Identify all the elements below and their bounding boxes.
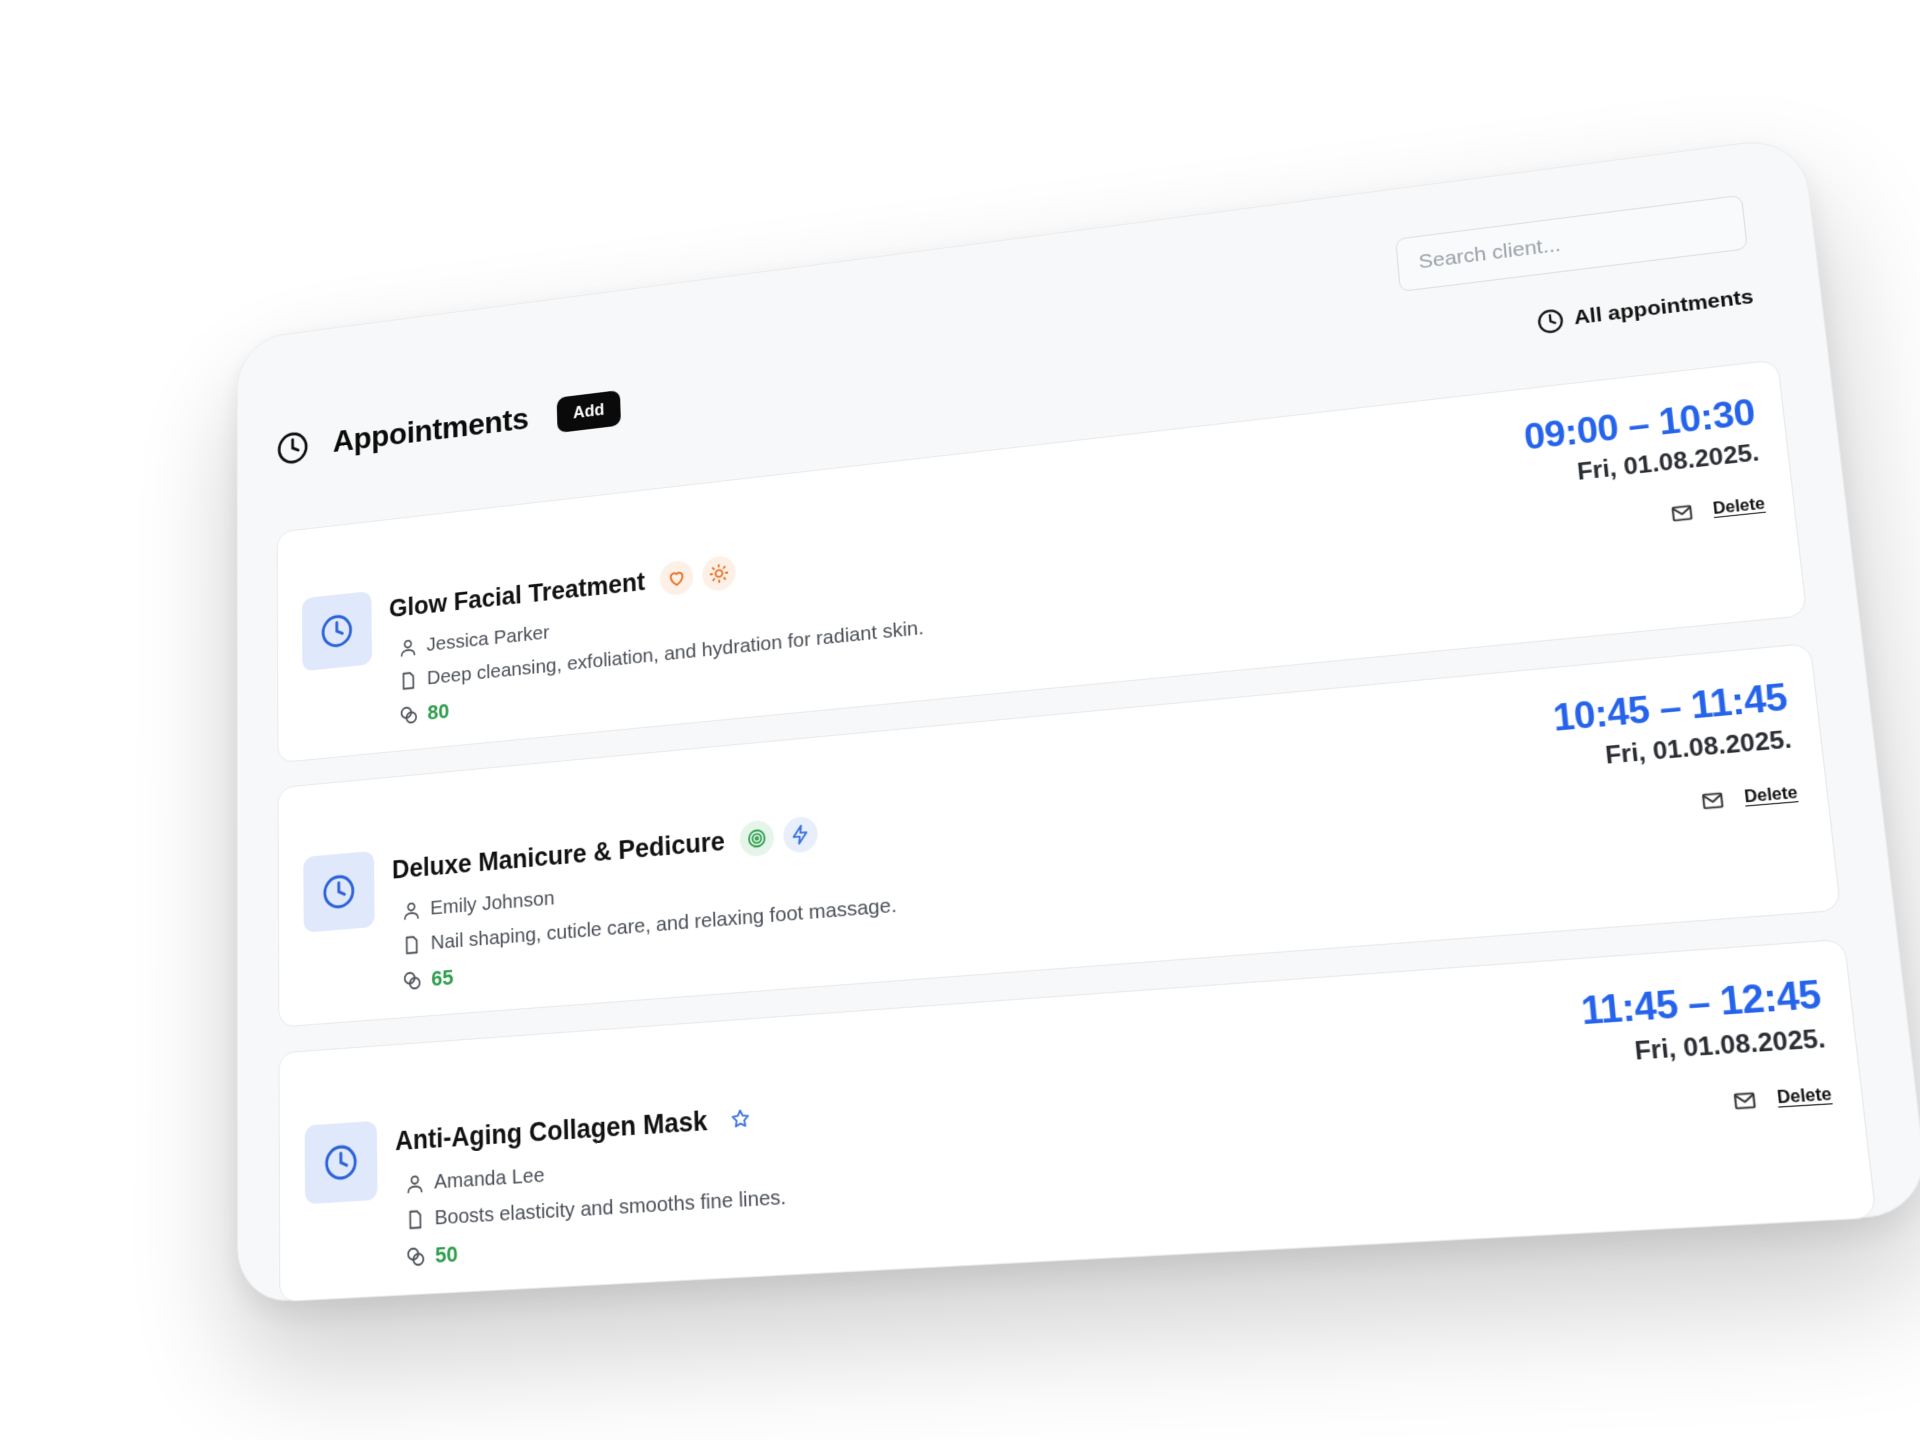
mail-icon[interactable] [1699, 788, 1726, 813]
appointment-actions: Delete [1669, 493, 1766, 525]
page-title: Appointments [332, 401, 530, 460]
stage: Appointments Add All appointments Glow F [0, 0, 1920, 1440]
mail-icon[interactable] [1669, 501, 1695, 526]
client-name: Amanda Lee [433, 1163, 545, 1194]
search-input[interactable] [1395, 194, 1748, 293]
appointment-title: Anti-Aging Collagen Mask [394, 1105, 708, 1156]
appointment-thumb [304, 1120, 378, 1205]
file-icon [399, 670, 419, 692]
clock-icon [1535, 307, 1564, 335]
title-row: Anti-Aging Collagen Mask [395, 1098, 784, 1159]
appointment-body: Deluxe Manicure & Pedicure Emily Johnson… [391, 760, 899, 995]
clock-icon [276, 429, 309, 467]
appointment-thumb [303, 850, 375, 933]
all-appointments-label: All appointments [1572, 285, 1755, 330]
coins-icon [399, 704, 419, 726]
client-name: Jessica Parker [426, 621, 550, 656]
appointment-body: Glow Facial Treatment Jessica Parker Dee… [388, 488, 926, 730]
file-icon [405, 1208, 425, 1231]
points-value: 80 [427, 698, 450, 725]
user-icon [405, 1172, 425, 1195]
delete-button[interactable]: Delete [1776, 1086, 1833, 1109]
points-value: 65 [431, 964, 454, 991]
coins-icon [406, 1245, 427, 1268]
appointment-time: 11:45 – 12:45 [1579, 972, 1823, 1033]
coins-icon [402, 969, 422, 992]
appointment-schedule: 11:45 – 12:45 Fri, 01.08.2025. Delete [1579, 972, 1833, 1122]
clock-icon [320, 612, 353, 650]
appointment-thumb [301, 590, 373, 672]
sun-icon [701, 554, 736, 593]
all-appointments-link[interactable]: All appointments [1535, 284, 1755, 335]
appointment-actions: Delete [1699, 782, 1799, 813]
appointment-description: Boosts elasticity and smooths fine lines… [434, 1185, 787, 1230]
client-name: Emily Johnson [430, 886, 555, 920]
star-icon [722, 1100, 758, 1139]
user-icon [398, 636, 418, 658]
mail-icon[interactable] [1731, 1088, 1758, 1114]
points-value: 50 [434, 1241, 458, 1268]
target-icon [739, 819, 775, 858]
points-row: 50 [406, 1223, 789, 1271]
appointment-date: Fri, 01.08.2025. [1633, 1024, 1827, 1067]
delete-button[interactable]: Delete [1744, 784, 1799, 807]
add-button[interactable]: Add [556, 390, 621, 434]
delete-button[interactable]: Delete [1712, 495, 1766, 519]
appointment-meta: Amanda Lee Boosts elasticity and smooths… [405, 1149, 789, 1271]
heart-icon [659, 559, 694, 597]
appointment-schedule: 10:45 – 11:45 Fri, 01.08.2025. Delete [1551, 676, 1799, 825]
lightning-icon [782, 815, 819, 854]
file-icon [402, 934, 422, 957]
clock-icon [324, 1143, 359, 1183]
user-icon [401, 899, 421, 922]
appointment-schedule: 09:00 – 10:30 Fri, 01.08.2025. Delete [1522, 391, 1766, 540]
appointment-body: Anti-Aging Collagen Mask Amanda Lee Boos… [394, 1047, 788, 1271]
appointment-actions: Delete [1731, 1083, 1833, 1113]
clock-icon [322, 872, 356, 911]
title-group: Appointments Add [276, 390, 621, 467]
appointments-panel: Appointments Add All appointments Glow F [236, 134, 1920, 1304]
